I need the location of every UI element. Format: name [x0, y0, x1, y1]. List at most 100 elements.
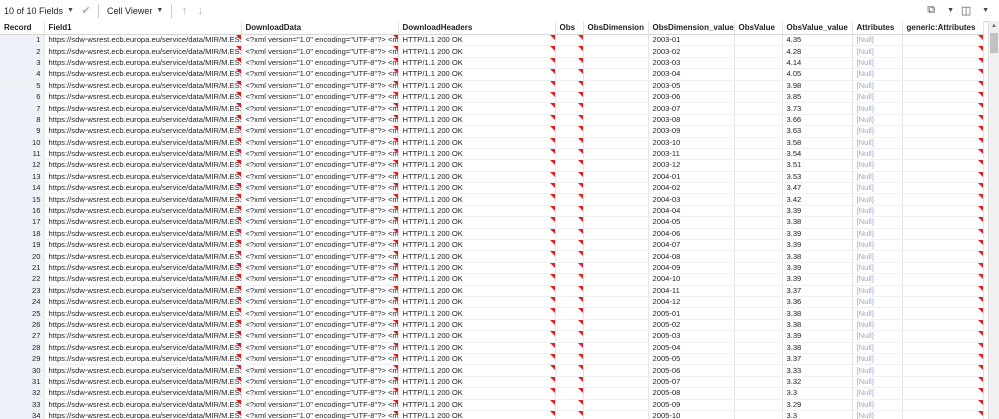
scroll-up-icon[interactable]: ▲: [989, 21, 999, 31]
field1-cell[interactable]: https://sdw-wsrest.ecb.europa.eu/service…: [44, 125, 242, 138]
obs-value-value-cell[interactable]: 3.63: [782, 125, 853, 138]
obs-cell[interactable]: [555, 285, 584, 298]
download-headers-cell[interactable]: HTTP/1.1 200 OK: [398, 102, 556, 115]
attributes-cell[interactable]: [Null]: [852, 353, 903, 366]
obs-value-cell[interactable]: [734, 182, 783, 195]
obs-value-value-cell[interactable]: 3.33: [782, 364, 853, 377]
download-headers-cell[interactable]: HTTP/1.1 200 OK: [398, 353, 556, 366]
fields-dropdown[interactable]: 10 of 10 Fields ▼: [0, 0, 78, 21]
obs-cell[interactable]: [555, 171, 584, 184]
download-headers-cell[interactable]: HTTP/1.1 200 OK: [398, 410, 556, 419]
attributes-cell[interactable]: [Null]: [852, 45, 903, 58]
obs-value-value-cell[interactable]: 4.05: [782, 68, 853, 81]
obs-value-cell[interactable]: [734, 80, 783, 92]
obs-dimension-value-cell[interactable]: 2003-03: [648, 57, 735, 70]
download-headers-cell[interactable]: HTTP/1.1 200 OK: [398, 285, 556, 298]
arrow-down-icon[interactable]: ↓: [193, 4, 207, 18]
download-headers-cell[interactable]: HTTP/1.1 200 OK: [398, 91, 556, 104]
attributes-cell[interactable]: [Null]: [852, 57, 903, 70]
obs-value-cell[interactable]: [734, 216, 783, 229]
obs-value-cell[interactable]: [734, 102, 783, 115]
obs-dimension-value-cell[interactable]: 2003-06: [648, 91, 735, 104]
obs-value-cell[interactable]: [734, 364, 783, 377]
obs-dimension-value-cell[interactable]: 2004-04: [648, 205, 735, 218]
attributes-cell[interactable]: [Null]: [852, 80, 903, 92]
download-data-cell[interactable]: <?xml version="1.0" encoding="UTF-8"?> <…: [241, 262, 399, 275]
download-data-cell[interactable]: <?xml version="1.0" encoding="UTF-8"?> <…: [241, 182, 399, 195]
record-number[interactable]: 28: [0, 342, 45, 354]
scrollbar-thumb[interactable]: [990, 33, 998, 53]
download-headers-cell[interactable]: HTTP/1.1 200 OK: [398, 387, 556, 400]
field1-cell[interactable]: https://sdw-wsrest.ecb.europa.eu/service…: [44, 399, 242, 411]
download-data-cell[interactable]: <?xml version="1.0" encoding="UTF-8"?> <…: [241, 205, 399, 218]
download-headers-cell[interactable]: HTTP/1.1 200 OK: [398, 376, 556, 389]
download-data-cell[interactable]: <?xml version="1.0" encoding="UTF-8"?> <…: [241, 330, 399, 343]
obs-cell[interactable]: [555, 399, 584, 411]
generic-attributes-cell[interactable]: [902, 114, 984, 127]
obs-value-value-cell[interactable]: 3.3: [782, 387, 853, 400]
obs-value-cell[interactable]: [734, 91, 783, 104]
obs-value-value-cell[interactable]: 4.35: [782, 34, 853, 47]
generic-attributes-cell[interactable]: [902, 193, 984, 206]
obs-dimension-value-cell[interactable]: 2004-02: [648, 182, 735, 195]
obs-dimension-value-cell[interactable]: 2004-10: [648, 273, 735, 286]
obs-dimension-value-cell[interactable]: 2004-12: [648, 296, 735, 309]
attributes-cell[interactable]: [Null]: [852, 137, 903, 149]
obs-value-value-cell[interactable]: 3.54: [782, 148, 853, 161]
table-row[interactable]: 24 https://sdw-wsrest.ecb.europa.eu/servi…: [0, 296, 984, 309]
obs-dimension-cell[interactable]: [583, 410, 649, 419]
record-number[interactable]: 25: [0, 307, 45, 320]
obs-value-value-cell[interactable]: 3.36: [782, 296, 853, 309]
field1-cell[interactable]: https://sdw-wsrest.ecb.europa.eu/service…: [44, 319, 242, 332]
obs-cell[interactable]: [555, 319, 584, 332]
table-row[interactable]: 30 https://sdw-wsrest.ecb.europa.eu/servi…: [0, 364, 984, 377]
obs-cell[interactable]: [555, 148, 584, 161]
download-headers-cell[interactable]: HTTP/1.1 200 OK: [398, 205, 556, 218]
table-row[interactable]: 13 https://sdw-wsrest.ecb.europa.eu/servi…: [0, 171, 984, 184]
obs-dimension-cell[interactable]: [583, 342, 649, 354]
field1-cell[interactable]: https://sdw-wsrest.ecb.europa.eu/service…: [44, 114, 242, 127]
obs-value-value-cell[interactable]: 3.47: [782, 182, 853, 195]
arrow-up-icon[interactable]: ↑: [177, 4, 191, 18]
obs-value-cell[interactable]: [734, 205, 783, 218]
obs-value-value-cell[interactable]: 3.3: [782, 410, 853, 419]
obs-value-cell[interactable]: [734, 68, 783, 81]
column-header[interactable]: DownloadData: [241, 21, 399, 35]
field1-cell[interactable]: https://sdw-wsrest.ecb.europa.eu/service…: [44, 342, 242, 354]
generic-attributes-cell[interactable]: [902, 182, 984, 195]
download-headers-cell[interactable]: HTTP/1.1 200 OK: [398, 182, 556, 195]
column-header[interactable]: ObsValue: [734, 21, 783, 35]
record-number[interactable]: 23: [0, 285, 45, 298]
table-row[interactable]: 32 https://sdw-wsrest.ecb.europa.eu/servi…: [0, 387, 984, 400]
obs-dimension-cell[interactable]: [583, 285, 649, 298]
obs-cell[interactable]: [555, 80, 584, 92]
record-number[interactable]: 12: [0, 159, 45, 172]
obs-cell[interactable]: [555, 34, 584, 47]
table-row[interactable]: 31 https://sdw-wsrest.ecb.europa.eu/servi…: [0, 376, 984, 389]
download-data-cell[interactable]: <?xml version="1.0" encoding="UTF-8"?> <…: [241, 307, 399, 320]
obs-dimension-value-cell[interactable]: 2003-05: [648, 80, 735, 92]
obs-dimension-cell[interactable]: [583, 182, 649, 195]
obs-value-value-cell[interactable]: 3.32: [782, 376, 853, 389]
generic-attributes-cell[interactable]: [902, 376, 984, 389]
obs-dimension-value-cell[interactable]: 2003-02: [648, 45, 735, 58]
obs-cell[interactable]: [555, 57, 584, 70]
obs-value-value-cell[interactable]: 3.38: [782, 216, 853, 229]
column-header[interactable]: ObsDimension: [583, 21, 649, 35]
obs-dimension-cell[interactable]: [583, 273, 649, 286]
obs-dimension-value-cell[interactable]: 2003-08: [648, 114, 735, 127]
column-header[interactable]: DownloadHeaders: [398, 21, 556, 35]
generic-attributes-cell[interactable]: [902, 57, 984, 70]
record-number[interactable]: 6: [0, 91, 45, 104]
download-data-cell[interactable]: <?xml version="1.0" encoding="UTF-8"?> <…: [241, 376, 399, 389]
attributes-cell[interactable]: [Null]: [852, 91, 903, 104]
obs-dimension-value-cell[interactable]: 2004-08: [648, 250, 735, 263]
obs-value-cell[interactable]: [734, 239, 783, 252]
obs-cell[interactable]: [555, 387, 584, 400]
attributes-cell[interactable]: [Null]: [852, 330, 903, 343]
record-number[interactable]: 17: [0, 216, 45, 229]
field1-cell[interactable]: https://sdw-wsrest.ecb.europa.eu/service…: [44, 45, 242, 58]
record-number[interactable]: 11: [0, 148, 45, 161]
record-number[interactable]: 19: [0, 239, 45, 252]
download-data-cell[interactable]: <?xml version="1.0" encoding="UTF-8"?> <…: [241, 102, 399, 115]
